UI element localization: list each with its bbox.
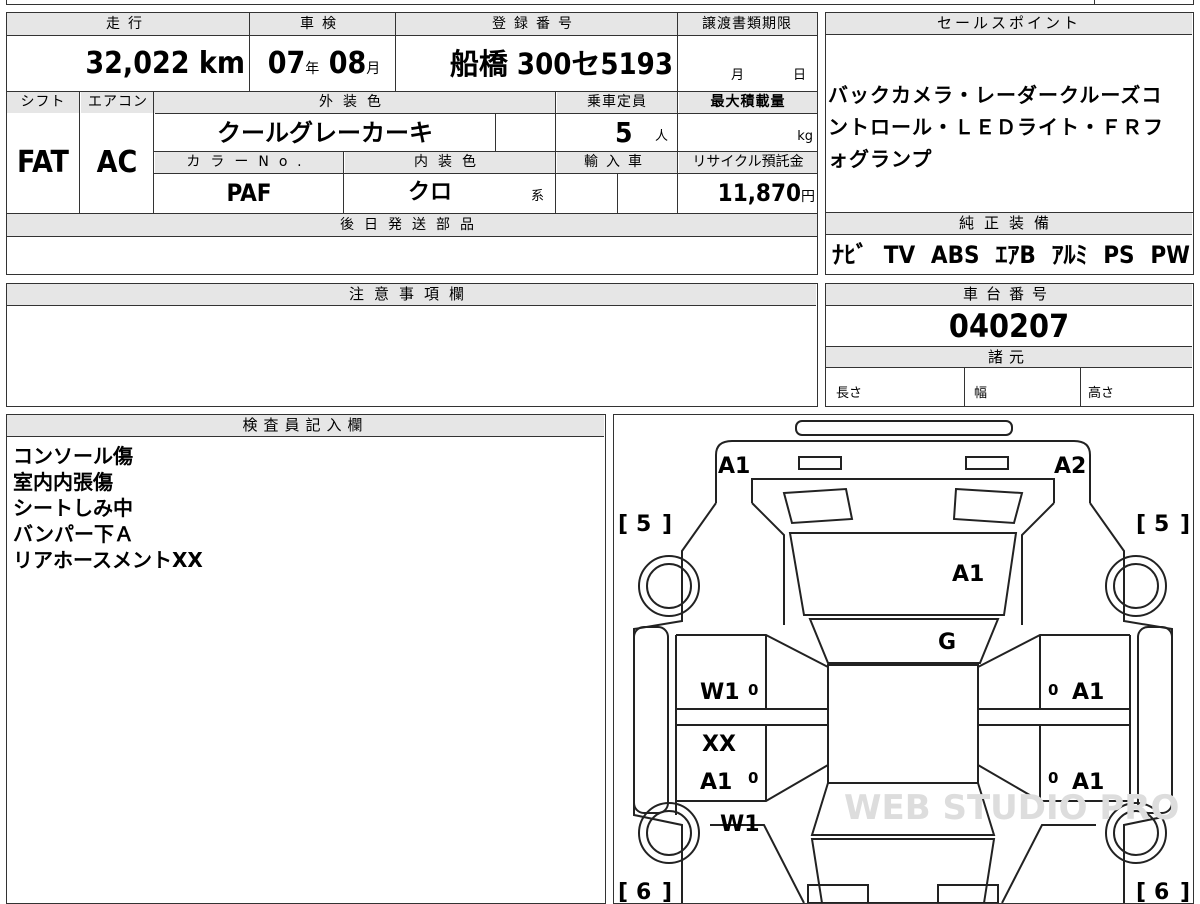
chassis-value: 040207: [948, 307, 1070, 345]
inspection-value: 07年 08月: [251, 37, 397, 91]
mark-windshield: G: [938, 630, 956, 655]
aircon-value: AC: [96, 145, 138, 180]
mark-left-rear-fender: W1: [720, 812, 760, 837]
mark-right-front-door: A1: [1072, 680, 1104, 705]
inspection-month: 08: [328, 46, 367, 81]
recycle-value: 11,870円: [679, 174, 815, 212]
svg-text:[: [: [618, 512, 628, 537]
tire-front-left: 5: [636, 512, 651, 537]
recycle-label: リサイクル預託金: [679, 152, 817, 173]
spec-height: 高さ: [1088, 386, 1115, 401]
equipment-items: ﾅﾋﾞ TV ABS ｴｱB ｱﾙﾐ PS PW: [832, 237, 1190, 273]
recycle-unit: 円: [801, 189, 815, 205]
aircon-label: エアコン: [81, 92, 155, 113]
specs-label: 諸元: [826, 346, 1192, 368]
shift-label: シフト: [7, 92, 79, 113]
inspector-box: 検査員記入欄 コンソール傷 室内内張傷 シートしみ中 バンパー下Ａ リアホースメ…: [6, 414, 606, 904]
spec-length: 長さ: [836, 386, 863, 401]
tire-front-right: 5: [1154, 512, 1169, 537]
notes-box: 注意事項欄: [6, 283, 818, 407]
equipment-item: ﾅﾋﾞ: [832, 241, 868, 269]
svg-text:[: [: [1136, 512, 1146, 537]
svg-text:]: ]: [1180, 512, 1190, 537]
mark-left-rear-door-num: 0: [748, 769, 758, 787]
mileage-number: 32,022: [85, 46, 190, 81]
transfer-deadline-value: 月 日: [679, 63, 815, 89]
mark-hood: A1: [952, 562, 984, 587]
interior-color-suffix: 系: [531, 189, 545, 204]
parts-label: 後日発送部品: [7, 214, 817, 236]
color-no-label: カラーNo.: [155, 152, 343, 173]
mileage-value: 32,022 km: [7, 37, 245, 91]
sales-point-text: バックカメラ・レーダークルーズコントロール・ＬＥＤライト・ＦＲフォグランプ: [828, 83, 1164, 171]
spec-width: 幅: [974, 386, 988, 401]
sales-point-label: セールスポイント: [826, 13, 1192, 35]
import-label: 輸入車: [557, 152, 677, 173]
notes-label: 注意事項欄: [7, 284, 816, 306]
inspection-label: 車検: [249, 13, 395, 35]
car-diagram: A1 A2 A1 G W1 0 A1 0 XX A1 0 A1 0 W1 [ 5…: [618, 420, 1190, 903]
inspector-note-line: シートしみ中: [13, 496, 133, 520]
equipment-item: ｴｱB: [995, 241, 1036, 269]
exterior-color-label: 外装色: [155, 92, 555, 113]
capacity-label: 乗車定員: [557, 92, 677, 113]
mark-left-rear-door: A1: [700, 770, 732, 795]
inspector-note-line: 室内内張傷: [13, 470, 113, 494]
interior-color-label: 内装色: [345, 152, 555, 173]
inspection-year-unit: 年: [305, 61, 320, 77]
inspector-note-line: リアホースメントXX: [13, 548, 203, 572]
top-clipped-strip: [6, 0, 1100, 5]
mark-left-front-door-num: 0: [748, 681, 758, 699]
vehicle-info-grid: 走行 車検 登録番号 譲渡書類期限 32,022 km 07年 08月 船橋 3…: [6, 12, 818, 275]
interior-color-value: クロ: [407, 180, 452, 205]
registration-value: 船橋 300セ5193: [449, 47, 673, 81]
top-clipped-strip-right: [1094, 0, 1194, 5]
transfer-day-unit: 日: [793, 68, 807, 83]
equipment-label: 純正装備: [826, 213, 1192, 235]
inspector-note-line: コンソール傷: [13, 444, 133, 468]
inspector-note-line: バンパー下Ａ: [13, 522, 134, 546]
color-no-value: PAF: [226, 179, 272, 207]
mark-right-rear-door-num: 0: [1048, 769, 1058, 787]
recycle-number: 11,870: [717, 179, 801, 207]
mark-left-pillar: XX: [702, 732, 736, 757]
equipment-item: ｱﾙﾐ: [1051, 241, 1088, 269]
capacity-number: 5: [615, 116, 633, 149]
mileage-label: 走行: [7, 13, 249, 35]
svg-text:]: ]: [662, 512, 672, 537]
mark-front-left: A1: [718, 454, 750, 479]
equipment-item: PS: [1103, 241, 1135, 269]
inspector-label: 検査員記入欄: [7, 415, 604, 437]
transfer-month-unit: 月: [731, 68, 745, 83]
registration-label: 登録番号: [395, 13, 677, 35]
max-load-label: 最大積載量: [679, 92, 817, 113]
inspection-year: 07: [267, 46, 306, 81]
mark-left-front-door: W1: [700, 680, 740, 705]
transfer-deadline-label: 譲渡書類期限: [677, 13, 817, 35]
equipment-item: ABS: [930, 241, 980, 269]
exterior-color-value: クールグレーカーキ: [217, 119, 433, 147]
car-diagram-box: A1 A2 A1 G W1 0 A1 0 XX A1 0 A1 0 W1 [ 5…: [613, 414, 1194, 904]
watermark: WEB STUDIO PRO: [844, 788, 1179, 828]
mark-front-right: A2: [1054, 454, 1086, 479]
inspector-notes: コンソール傷 室内内張傷 シートしみ中 バンパー下Ａ リアホースメントXX: [13, 443, 593, 573]
chassis-label: 車台番号: [826, 284, 1192, 306]
equipment-item: TV: [883, 241, 916, 269]
equipment-item: PW: [1150, 241, 1190, 269]
equipment-box: 純正装備 ﾅﾋﾞ TV ABS ｴｱB ｱﾙﾐ PS PW: [825, 212, 1194, 275]
sales-point-box: セールスポイント バックカメラ・レーダークルーズコントロール・ＬＥＤライト・ＦＲ…: [825, 12, 1194, 213]
mark-right-front-door-num: 0: [1048, 681, 1058, 699]
inspection-month-unit: 月: [366, 61, 381, 77]
shift-value: FAT: [17, 145, 69, 180]
capacity-value: 5 人: [557, 114, 675, 152]
mileage-unit: km: [198, 46, 245, 81]
max-load-value: kg: [797, 129, 813, 144]
chassis-box: 車台番号 040207 諸元 長さ 幅 高さ: [825, 283, 1194, 407]
